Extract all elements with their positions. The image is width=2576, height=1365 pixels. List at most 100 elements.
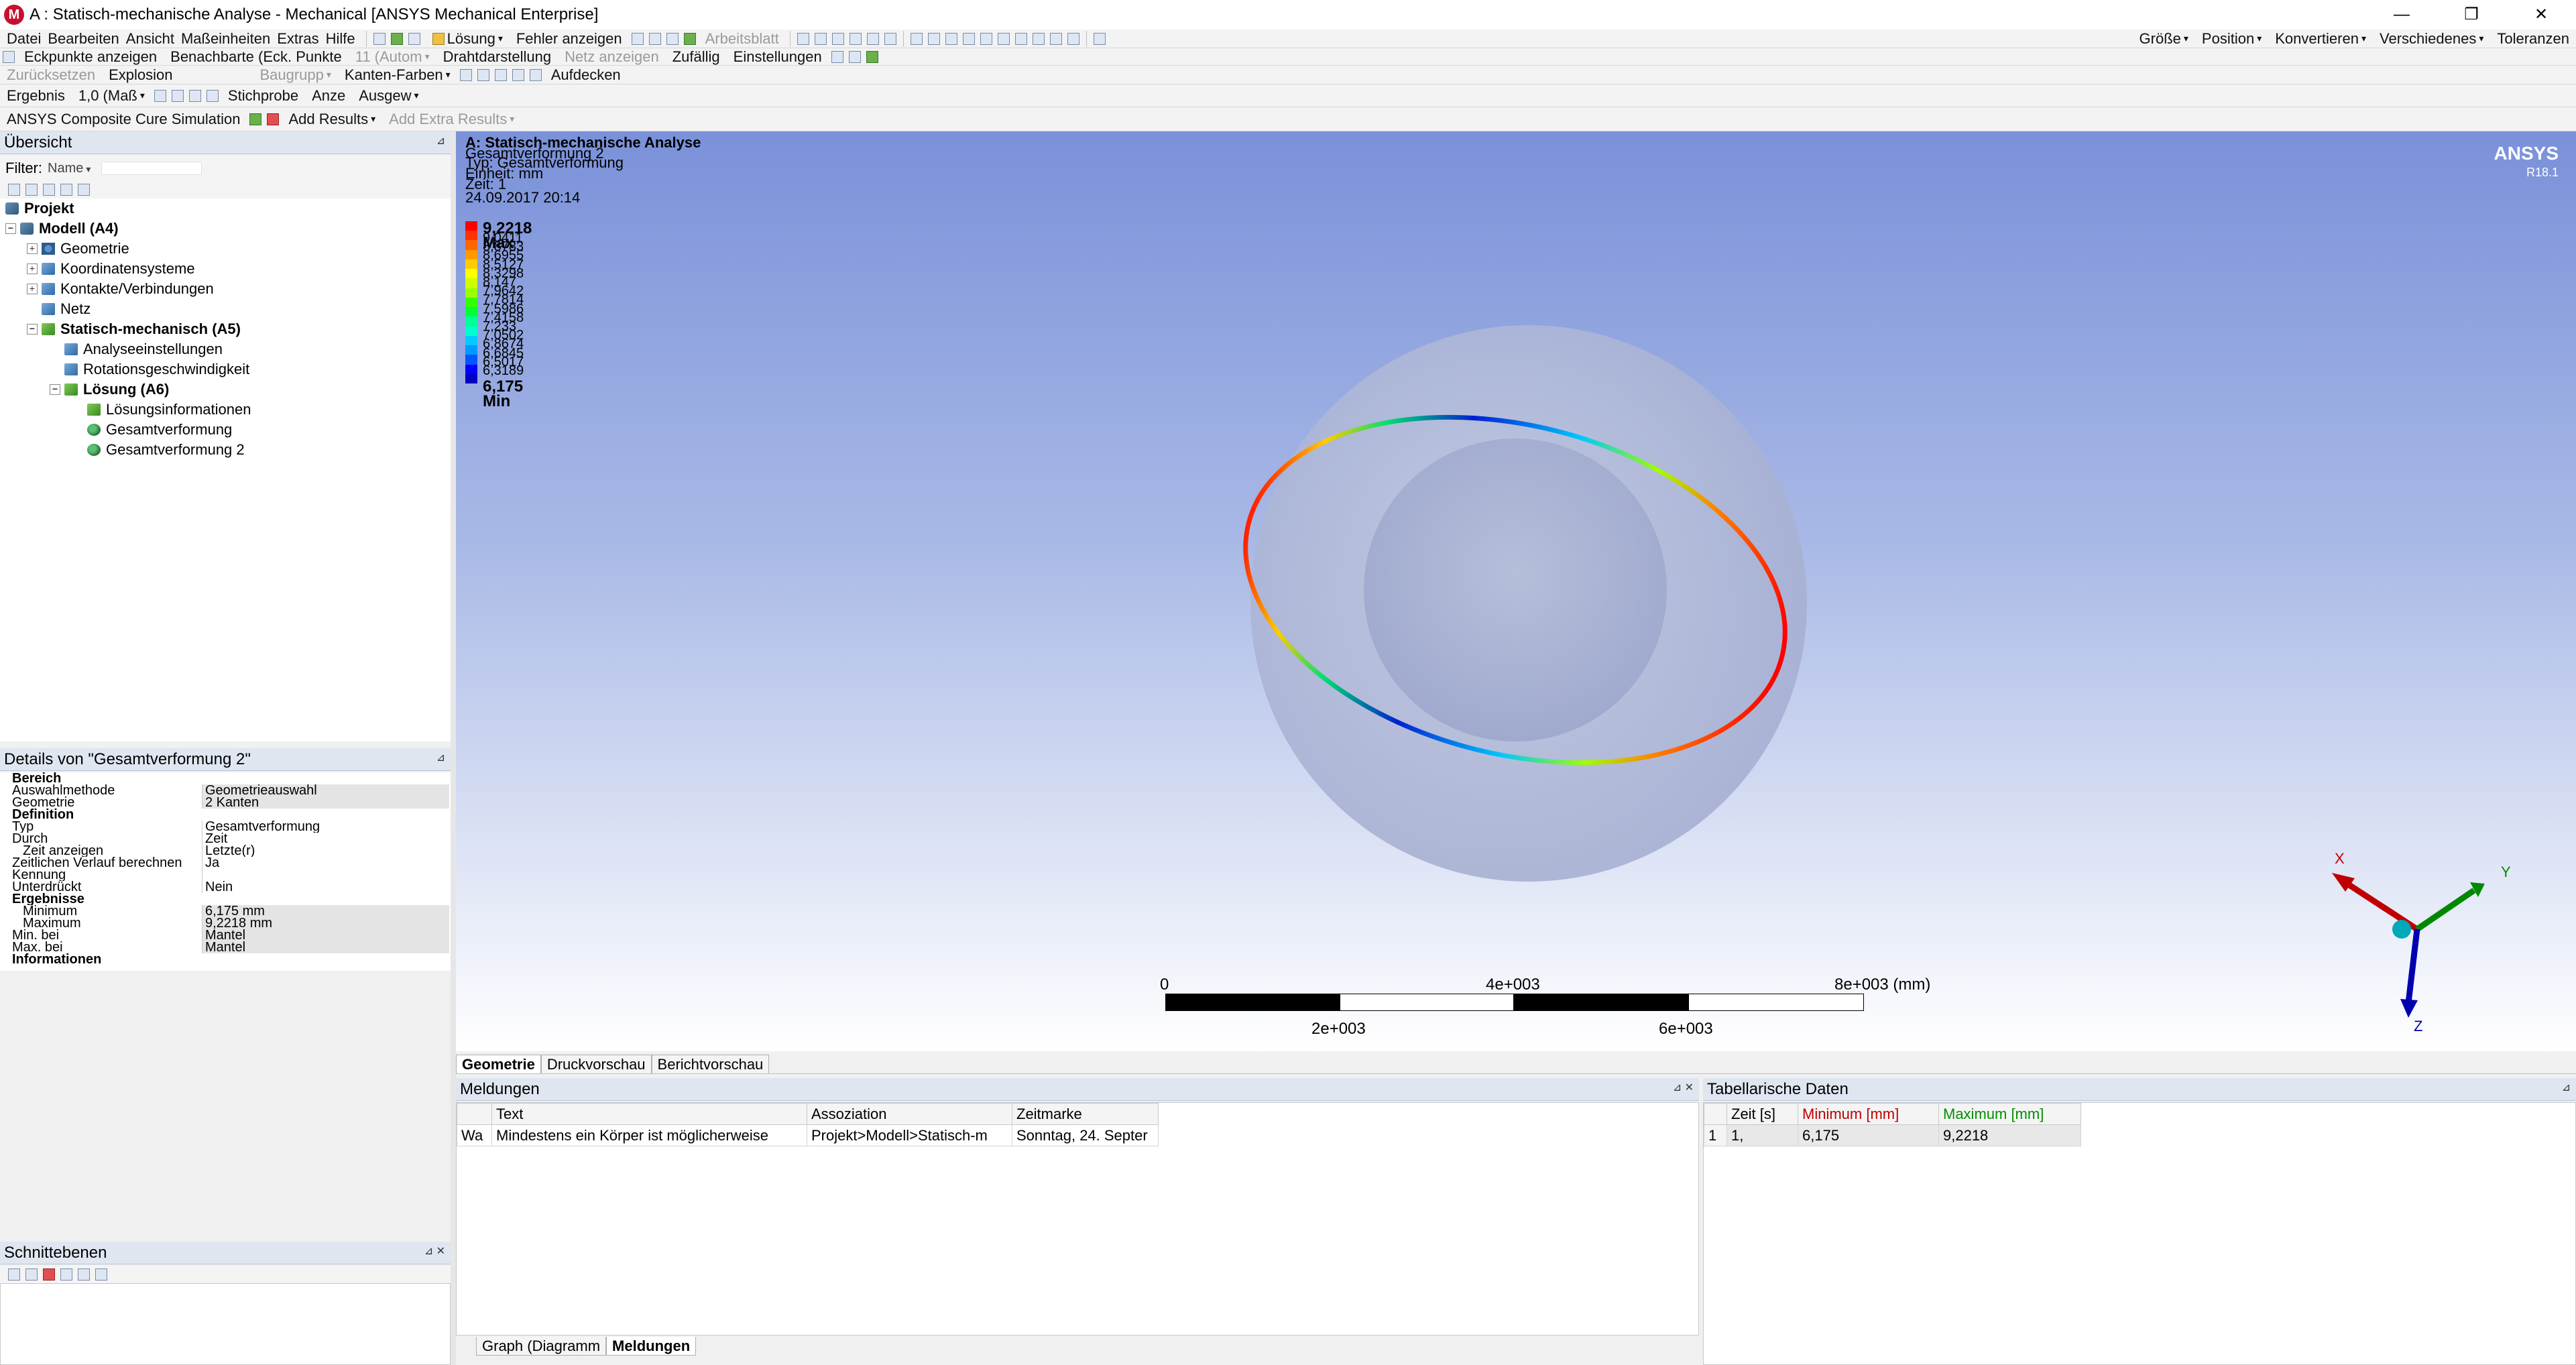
- edge-coloring-button[interactable]: Kanten-Farben ▾: [345, 66, 451, 84]
- column-header-minimum[interactable]: Minimum [mm]: [1798, 1103, 1939, 1125]
- expand-all-icon[interactable]: [8, 184, 20, 196]
- menu-help[interactable]: Hilfe: [326, 30, 355, 48]
- column-header-maximum[interactable]: Maximum [mm]: [1938, 1103, 2081, 1125]
- details-row[interactable]: Typ Gesamtverformung: [0, 821, 449, 833]
- axis-triad[interactable]: [2320, 849, 2501, 1050]
- details-row[interactable]: Zeitlichen Verlauf berechnen Ja: [0, 857, 449, 869]
- details-category-info[interactable]: Informationen: [0, 953, 449, 965]
- column-header-type[interactable]: [457, 1103, 492, 1125]
- tab-messages[interactable]: Meldungen: [606, 1337, 697, 1356]
- menu-tools[interactable]: Extras: [277, 30, 318, 48]
- layout-icon[interactable]: [1093, 32, 1106, 45]
- pin-icon[interactable]: ⊿ ✕: [424, 1242, 445, 1262]
- pin-icon[interactable]: ⊿: [436, 131, 445, 152]
- menu-file[interactable]: Datei: [7, 30, 41, 48]
- table-row[interactable]: Wa Mindestens ein Körper ist möglicherwe…: [457, 1124, 1159, 1146]
- show-mesh-button[interactable]: Netz anzeigen: [565, 48, 659, 65]
- pin-icon[interactable]: ⊿ ✕: [1673, 1078, 1694, 1098]
- edge-1-icon[interactable]: [459, 68, 472, 81]
- menu-view[interactable]: Ansicht: [126, 30, 174, 48]
- select-vertex-icon[interactable]: [849, 32, 862, 45]
- save-icon[interactable]: [390, 32, 403, 45]
- tab-report-preview[interactable]: Berichtvorschau: [651, 1055, 770, 1073]
- down-icon[interactable]: [60, 184, 72, 196]
- details-row[interactable]: Kennung: [0, 869, 449, 881]
- tree-rotation[interactable]: Rotationsgeschwindigkeit: [64, 359, 249, 379]
- add-extra-results-button[interactable]: Add Extra Results ▾: [389, 111, 514, 128]
- details-row[interactable]: Minimum 6,175 mm: [0, 905, 449, 917]
- maxmin-icon[interactable]: [206, 89, 219, 102]
- up-icon[interactable]: [43, 184, 55, 196]
- tab-geometry[interactable]: Geometrie: [456, 1055, 541, 1073]
- details-row[interactable]: Unterdrückt Nein: [0, 881, 449, 893]
- probe-icon[interactable]: [683, 32, 696, 45]
- display-select-2[interactable]: Ausgew ▾: [359, 87, 418, 105]
- details-category-definition[interactable]: Definition: [0, 809, 449, 821]
- wireframe-button[interactable]: Drahtdarstellung: [443, 48, 551, 65]
- cure-icon[interactable]: [249, 113, 262, 125]
- zoom-fit-icon[interactable]: [980, 32, 992, 45]
- maximize-button[interactable]: ❐: [2437, 0, 2506, 29]
- display-select[interactable]: Anze: [312, 87, 345, 105]
- close-button[interactable]: ✕: [2506, 0, 2576, 29]
- menu-edit[interactable]: Bearbeiten: [48, 30, 119, 48]
- plane-hide-icon[interactable]: [95, 1268, 107, 1281]
- column-header-text[interactable]: Text: [491, 1103, 807, 1125]
- tolerances-button[interactable]: Toleranzen: [2497, 30, 2569, 48]
- minimize-button[interactable]: —: [2367, 0, 2437, 29]
- plane-cap-icon[interactable]: [78, 1268, 90, 1281]
- tree-static-structural[interactable]: − Statisch-mechanisch (A5): [27, 319, 241, 339]
- filter-select[interactable]: Name ▾: [48, 161, 91, 176]
- size-button[interactable]: Größe ▾: [2140, 30, 2188, 48]
- convert-button[interactable]: Konvertieren ▾: [2275, 30, 2366, 48]
- zoom-icon[interactable]: [945, 32, 957, 45]
- vector-icon[interactable]: [188, 89, 201, 102]
- tree-solution-info[interactable]: Lösungsinformationen: [87, 400, 251, 420]
- probe-button[interactable]: Stichprobe: [228, 87, 298, 105]
- tab-print-preview[interactable]: Druckvorschau: [540, 1055, 652, 1073]
- next-view-icon[interactable]: [1032, 32, 1045, 45]
- show-errors-button[interactable]: Fehler anzeigen: [516, 30, 622, 48]
- model-geometry[interactable]: [1234, 308, 1824, 898]
- edge-4-icon[interactable]: [512, 68, 524, 81]
- tree-total-deformation-2[interactable]: Gesamtverformung 2: [87, 440, 245, 460]
- tree-geometry[interactable]: + Geometrie: [27, 239, 129, 259]
- zoom-box-icon[interactable]: [962, 32, 975, 45]
- details-row[interactable]: Max. bei Mantel: [0, 941, 449, 953]
- tree-coord-systems[interactable]: + Koordinatensysteme: [27, 259, 195, 279]
- iso-view-icon[interactable]: [1049, 32, 1062, 45]
- worksheet-button[interactable]: Arbeitsblatt: [705, 30, 779, 48]
- details-category-results[interactable]: Ergebnisse: [0, 893, 449, 905]
- random-button[interactable]: Zufällig: [672, 48, 720, 65]
- edge-3-icon[interactable]: [494, 68, 507, 81]
- delete-plane-icon[interactable]: [43, 1268, 55, 1281]
- table-icon[interactable]: [666, 32, 679, 45]
- rotate-icon[interactable]: [910, 32, 923, 45]
- auto-select[interactable]: 11 (Autom ▾: [355, 48, 430, 65]
- tree-total-deformation[interactable]: Gesamtverformung: [87, 420, 232, 440]
- pin-icon[interactable]: ⊿: [2562, 1078, 2571, 1098]
- tree-analysis-settings[interactable]: Analyseeinstellungen: [64, 339, 223, 359]
- edge-5-icon[interactable]: [529, 68, 542, 81]
- details-row[interactable]: Min. bei Mantel: [0, 929, 449, 941]
- splitter[interactable]: [451, 131, 456, 1365]
- scale-select[interactable]: 1,0 (Maß ▾: [78, 87, 145, 105]
- cure-stop-icon[interactable]: [267, 113, 280, 125]
- tab-graph[interactable]: Graph (Diagramm: [476, 1337, 607, 1356]
- select-point-icon[interactable]: [797, 32, 809, 45]
- edge-2-icon[interactable]: [477, 68, 489, 81]
- previous-view-icon[interactable]: [1014, 32, 1027, 45]
- sort-icon[interactable]: [78, 184, 90, 196]
- pin-icon[interactable]: ⊿: [436, 748, 445, 768]
- add-results-button[interactable]: Add Results ▾: [288, 111, 375, 128]
- pan-icon[interactable]: [927, 32, 940, 45]
- details-row[interactable]: Zeit anzeigen Letzte(r): [0, 845, 449, 857]
- explode-button[interactable]: Explosion: [109, 66, 172, 84]
- select-edge-icon[interactable]: [831, 32, 844, 45]
- table-row[interactable]: 1 1, 6,175 9,2218: [1704, 1124, 2081, 1146]
- new-plane-icon[interactable]: [8, 1268, 20, 1281]
- tree-model[interactable]: − Modell (A4): [5, 219, 119, 239]
- edges-icon[interactable]: [171, 89, 184, 102]
- details-row[interactable]: Durch Zeit: [0, 833, 449, 845]
- solve-button[interactable]: Lösung ▾: [430, 30, 503, 48]
